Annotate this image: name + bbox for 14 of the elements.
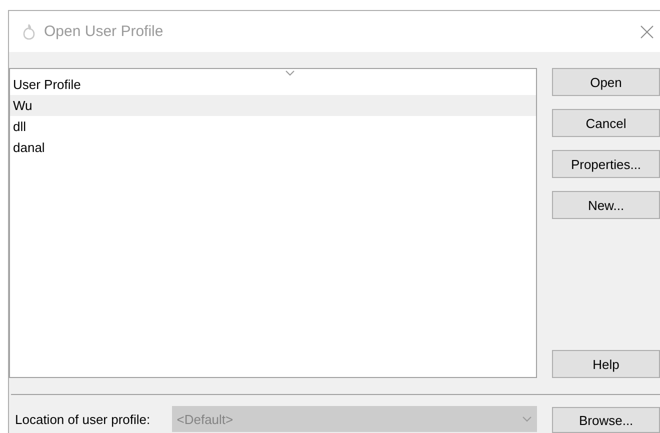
dialog-button[interactable]: Open	[552, 68, 660, 96]
help-button[interactable]: Help	[552, 350, 660, 378]
dropdown-icon	[522, 416, 532, 422]
location-label: Location of user profile:	[15, 412, 152, 426]
browse-button[interactable]: Browse...	[552, 407, 660, 433]
dialog-button[interactable]: Cancel	[552, 109, 660, 137]
close-icon[interactable]	[640, 24, 654, 38]
list-row[interactable]: dll	[10, 116, 536, 137]
dialog-button[interactable]: Properties...	[552, 150, 660, 178]
column-header[interactable]: User Profile	[10, 69, 536, 95]
list-row[interactable]: Wu	[10, 95, 536, 116]
dialog-button[interactable]: New...	[552, 191, 660, 219]
list-row[interactable]: danal	[10, 137, 536, 158]
window-title: Open User Profile	[44, 23, 164, 40]
